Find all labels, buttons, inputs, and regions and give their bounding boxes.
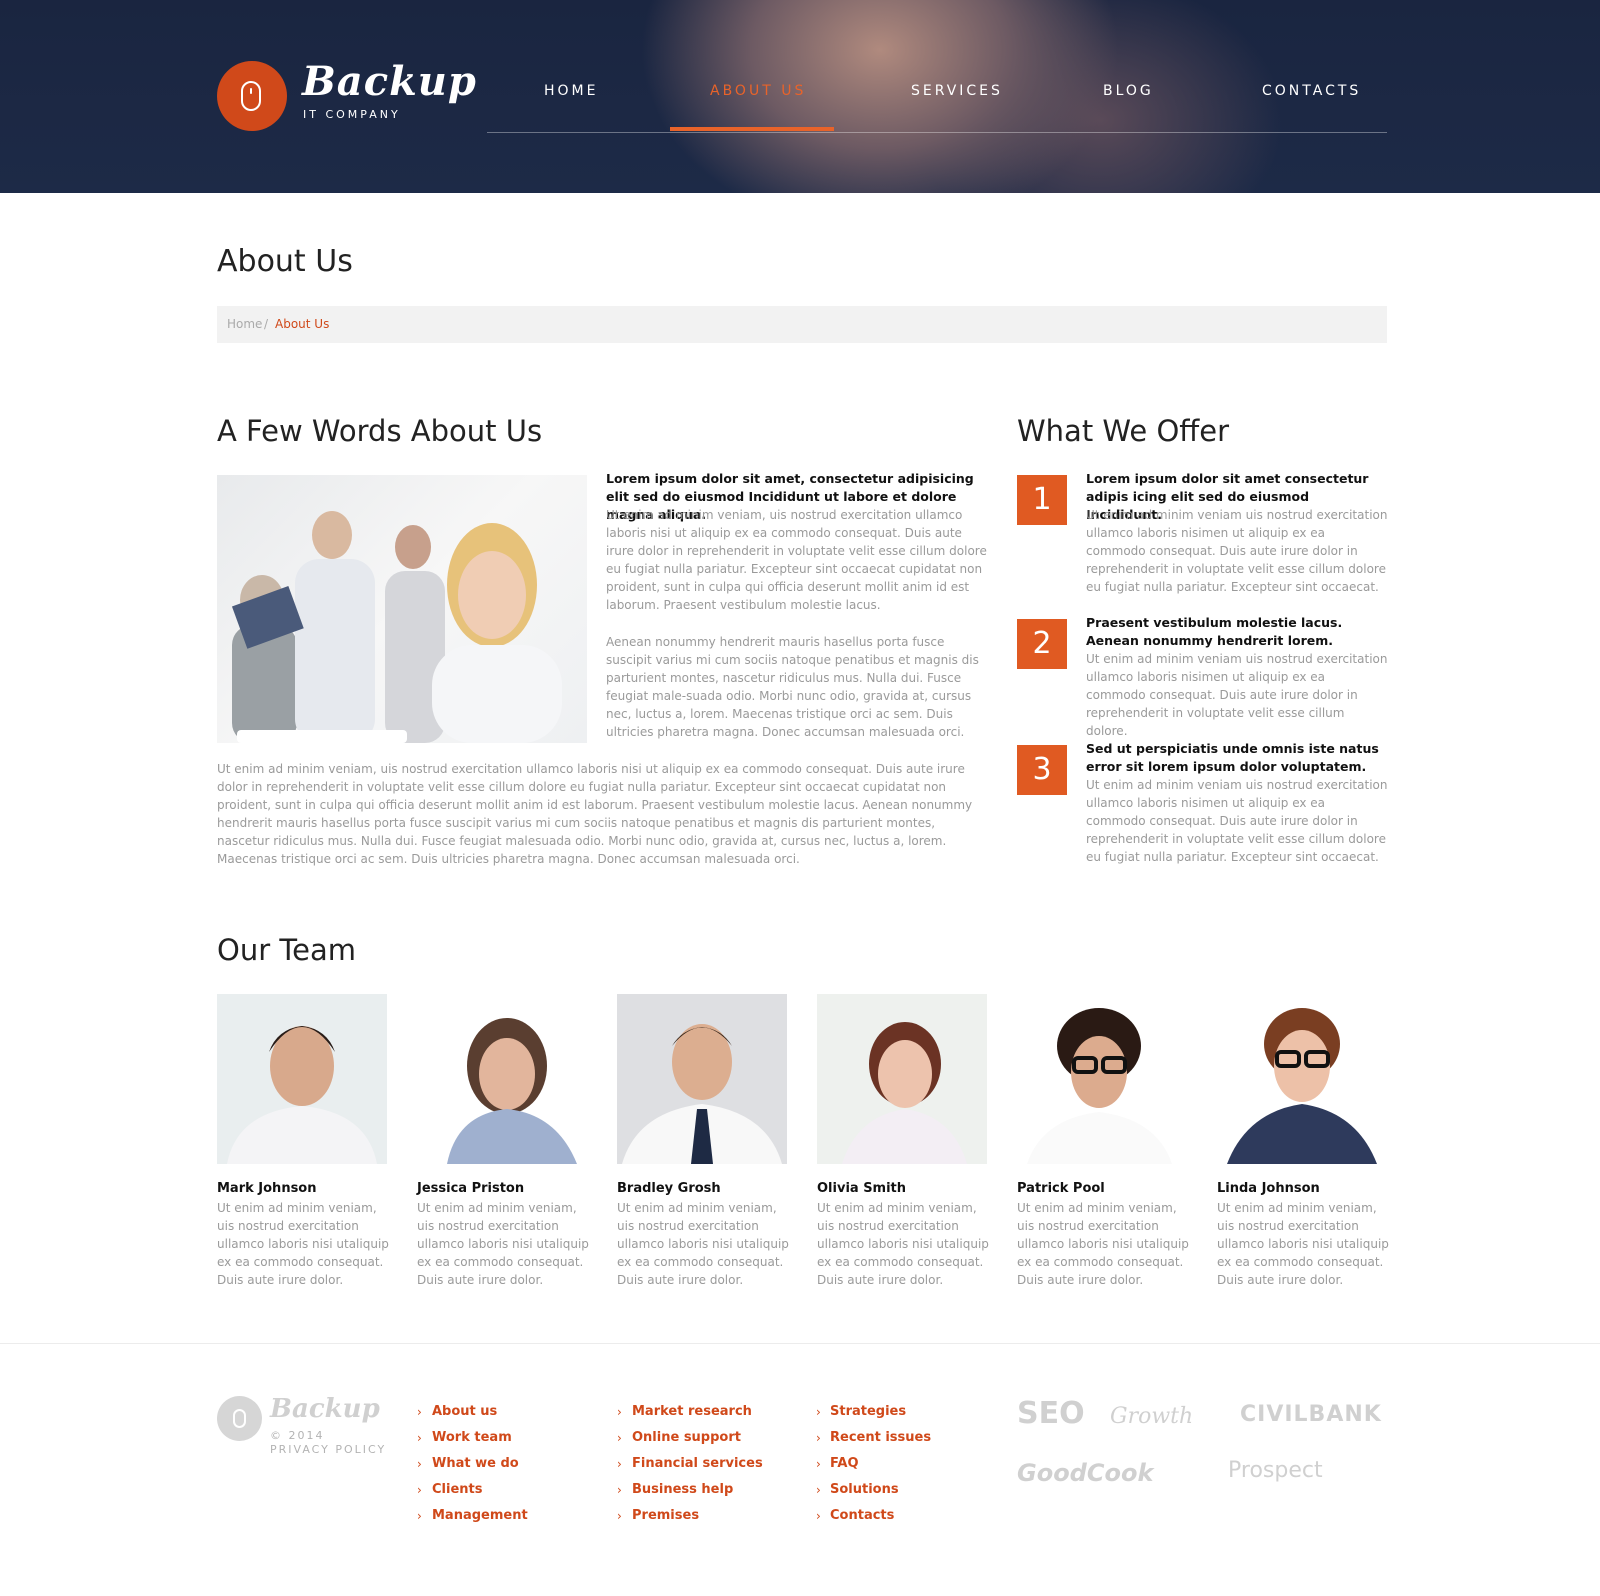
chevron-right-icon: › (417, 1483, 422, 1497)
offer-number-badge: 2 (1017, 619, 1067, 669)
breadcrumb: Home / About Us (217, 306, 1387, 343)
team-member-photo[interactable] (217, 994, 387, 1164)
chevron-right-icon: › (816, 1405, 821, 1419)
team-member-name[interactable]: Olivia Smith (817, 1181, 906, 1196)
offer-number-badge: 3 (1017, 745, 1067, 795)
footer-link[interactable]: What we do (432, 1456, 519, 1471)
team-member-desc: Ut enim ad minim veniam, uis nostrud exe… (817, 1201, 989, 1287)
team-member-photo[interactable] (1217, 994, 1387, 1164)
offer-item-text: Ut enim ad minim veniam uis nostrud exer… (1086, 652, 1388, 738)
offer-item-text: Ut enim ad minim veniam uis nostrud exer… (1086, 508, 1388, 594)
partner-logo-civilbank[interactable]: CIVILBANK (1240, 1402, 1382, 1427)
footer-link[interactable]: Business help (632, 1482, 733, 1497)
chevron-right-icon: › (816, 1483, 821, 1497)
team-member-photo[interactable] (817, 994, 987, 1164)
team-member-name[interactable]: Patrick Pool (1017, 1181, 1105, 1196)
footer-privacy-link[interactable]: PRIVACY POLICY (270, 1443, 386, 1456)
chevron-right-icon: › (816, 1457, 821, 1471)
about-paragraph-3: Ut enim ad minim veniam, uis nostrud exe… (217, 762, 973, 866)
chevron-right-icon: › (417, 1509, 422, 1523)
footer-logo-mouse-icon[interactable] (217, 1396, 262, 1441)
footer-link[interactable]: Work team (432, 1430, 512, 1445)
footer-logo-wordmark[interactable]: Backup (270, 1394, 380, 1424)
footer-link[interactable]: Premises (632, 1508, 699, 1523)
team-member-desc: Ut enim ad minim veniam, uis nostrud exe… (617, 1201, 789, 1287)
about-paragraph-1: Ut enim ad minim veniam, uis nostrud exe… (606, 508, 987, 612)
nav-about-us[interactable]: ABOUT US (710, 83, 806, 99)
footer-link[interactable]: Management (432, 1508, 528, 1523)
header-banner: Backup IT COMPANY HOME ABOUT US SERVICES… (0, 0, 1600, 193)
chevron-right-icon: › (816, 1509, 821, 1523)
footer-link[interactable]: Market research (632, 1404, 752, 1419)
about-paragraph-2: Aenean nonummy hendrerit mauris hasellus… (606, 635, 979, 739)
footer-link[interactable]: Financial services (632, 1456, 763, 1471)
nav-active-indicator (670, 127, 834, 131)
footer-link[interactable]: Contacts (830, 1508, 894, 1523)
team-member-name[interactable]: Mark Johnson (217, 1181, 317, 1196)
page-title: About Us (217, 244, 353, 279)
footer-link[interactable]: Clients (432, 1482, 482, 1497)
chevron-right-icon: › (417, 1457, 422, 1471)
team-member-desc: Ut enim ad minim veniam, uis nostrud exe… (1217, 1201, 1389, 1287)
offer-item-title: Sed ut perspiciatis unde omnis iste natu… (1086, 741, 1379, 774)
team-member-desc: Ut enim ad minim veniam, uis nostrud exe… (1017, 1201, 1189, 1287)
chevron-right-icon: › (417, 1431, 422, 1445)
nav-home[interactable]: HOME (544, 83, 598, 99)
nav-services[interactable]: SERVICES (911, 83, 1003, 99)
breadcrumb-home-link[interactable]: Home (227, 317, 262, 331)
nav-blog[interactable]: BLOG (1103, 83, 1154, 99)
offer-number-badge: 1 (1017, 475, 1067, 525)
partner-logo-prospect[interactable]: Prospect (1228, 1458, 1323, 1483)
nav-contacts[interactable]: CONTACTS (1262, 83, 1361, 99)
team-member-desc: Ut enim ad minim veniam, uis nostrud exe… (217, 1201, 389, 1287)
main-nav: HOME ABOUT US SERVICES BLOG CONTACTS (487, 70, 1387, 133)
chevron-right-icon: › (617, 1405, 622, 1419)
footer-link[interactable]: About us (432, 1404, 497, 1419)
team-member-photo[interactable] (1017, 994, 1187, 1164)
chevron-right-icon: › (417, 1405, 422, 1419)
footer-link[interactable]: Strategies (830, 1404, 906, 1419)
breadcrumb-separator: / (264, 317, 269, 331)
team-member-name[interactable]: Jessica Priston (417, 1181, 524, 1196)
footer-copyright: © 2014 (270, 1429, 325, 1442)
about-heading: A Few Words About Us (217, 414, 543, 448)
footer-link[interactable]: Solutions (830, 1482, 899, 1497)
team-member-name[interactable]: Bradley Grosh (617, 1181, 721, 1196)
team-member-photo[interactable] (617, 994, 787, 1164)
logo-tagline: IT COMPANY (303, 108, 401, 121)
offer-item-text: Ut enim ad minim veniam uis nostrud exer… (1086, 778, 1388, 864)
chevron-right-icon: › (617, 1457, 622, 1471)
team-heading: Our Team (217, 933, 356, 967)
about-team-photo (217, 475, 587, 743)
chevron-right-icon: › (617, 1509, 622, 1523)
footer-link[interactable]: Online support (632, 1430, 741, 1445)
partner-logo-seo[interactable]: SEO (1017, 1396, 1085, 1431)
partner-logo-growth[interactable]: Growth (1110, 1404, 1193, 1429)
offer-item-title: Praesent vestibulum molestie lacus. Aene… (1086, 615, 1343, 648)
team-member-name[interactable]: Linda Johnson (1217, 1181, 1320, 1196)
logo-wordmark[interactable]: Backup (302, 58, 477, 105)
partner-logo-goodcook[interactable]: GoodCook (1017, 1459, 1153, 1487)
team-member-desc: Ut enim ad minim veniam, uis nostrud exe… (417, 1201, 589, 1287)
offer-heading: What We Offer (1017, 414, 1230, 448)
footer-link[interactable]: FAQ (830, 1456, 859, 1471)
chevron-right-icon: › (617, 1431, 622, 1445)
footer-divider (0, 1343, 1600, 1344)
chevron-right-icon: › (816, 1431, 821, 1445)
chevron-right-icon: › (617, 1483, 622, 1497)
logo-mouse-icon[interactable] (217, 61, 287, 131)
team-member-photo[interactable] (417, 994, 587, 1164)
breadcrumb-current: About Us (275, 317, 330, 331)
footer-link[interactable]: Recent issues (830, 1430, 931, 1445)
